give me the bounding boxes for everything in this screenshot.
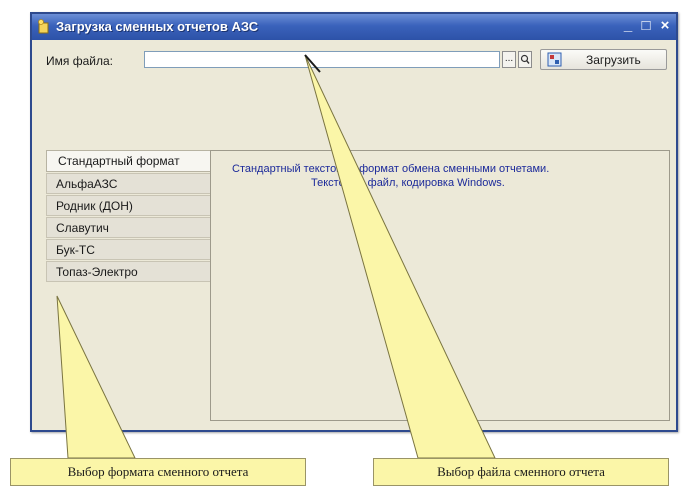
file-callout-pointer [304, 54, 496, 459]
callout-pointers [56, 54, 496, 459]
format-callout-pointer [56, 295, 136, 459]
format-choice-callout: Выбор формата сменного отчета [10, 458, 306, 486]
file-choice-callout: Выбор файла сменного отчета [373, 458, 669, 486]
